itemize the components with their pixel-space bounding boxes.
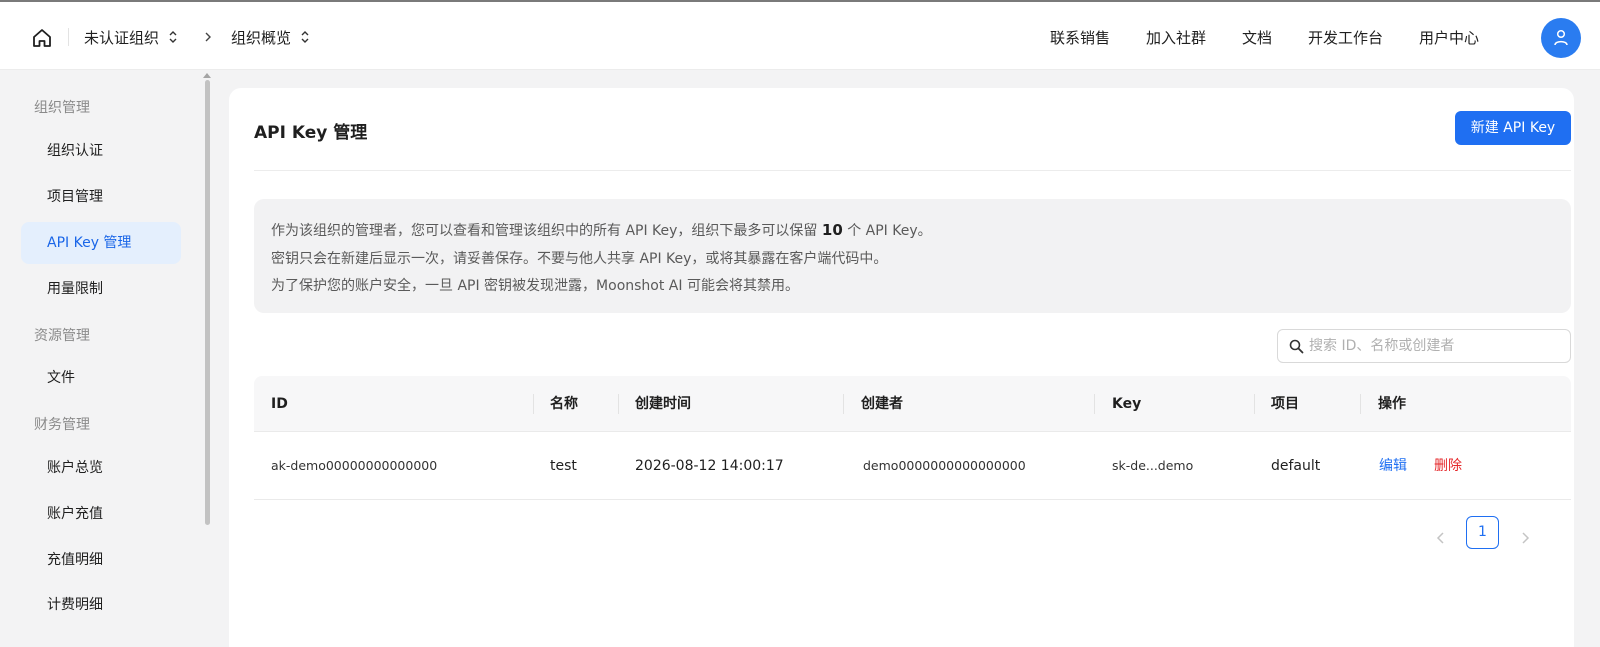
api-key-card: API Key 管理 新建 API Key 作为该组织的管理者，您可以查看和管理… (229, 88, 1574, 647)
col-project: 项目 (1271, 396, 1299, 412)
nav-user-center[interactable]: 用户中心 (1419, 26, 1479, 50)
col-name: 名称 (550, 396, 578, 412)
divider (68, 28, 69, 46)
org-crumb-label: 未认证组织 (84, 29, 160, 47)
avatar[interactable] (1541, 18, 1581, 58)
chevron-updown-icon (300, 27, 310, 51)
cell-name: test (550, 458, 577, 474)
cell-id: ak-demo00000000000000 (271, 458, 438, 473)
page-title: API Key 管理 (254, 123, 368, 143)
sidebar-group-resource: 资源管理 (34, 328, 90, 344)
sidebar: 组织管理 组织认证 项目管理 API Key 管理 用量限制 资源管理 文件 财… (0, 71, 212, 647)
info-notice: 作为该组织的管理者，您可以查看和管理该组织中的所有 API Key，组织下最多可… (254, 199, 1571, 313)
nav-dev-console[interactable]: 开发工作台 (1308, 26, 1383, 50)
col-created-at: 创建时间 (635, 396, 691, 412)
pagination-page[interactable]: 1 (1466, 516, 1499, 549)
sidebar-item-api-keys[interactable]: API Key 管理 (21, 222, 181, 264)
chevron-right-icon[interactable] (1515, 528, 1535, 548)
sidebar-item-projects[interactable]: 项目管理 (21, 176, 181, 218)
chevron-right-icon (203, 28, 215, 46)
page-crumb-label: 组织概览 (231, 29, 292, 47)
search-box[interactable] (1277, 329, 1571, 363)
user-icon (1554, 29, 1568, 46)
col-actions: 操作 (1378, 396, 1406, 412)
sidebar-scrollbar[interactable] (205, 80, 210, 525)
scroll-up-arrow-icon[interactable] (203, 73, 211, 78)
col-creator: 创建者 (861, 396, 903, 412)
search-input[interactable] (1309, 334, 1561, 358)
cell-project: default (1271, 458, 1321, 474)
max-keys-count: 10 (821, 221, 843, 239)
chevron-left-icon[interactable] (1431, 528, 1451, 548)
sidebar-item-org-verify[interactable]: 组织认证 (21, 130, 181, 172)
sidebar-item-billing-details[interactable]: 计费明细 (21, 584, 181, 626)
cell-creator: demo0000000000000000 (863, 458, 1026, 473)
search-icon (1289, 339, 1304, 354)
cell-key: sk-de...demo (1112, 458, 1194, 473)
sidebar-item-account-overview[interactable]: 账户总览 (21, 447, 181, 489)
nav-join-community[interactable]: 加入社群 (1146, 26, 1206, 50)
sidebar-item-recharge[interactable]: 账户充值 (21, 493, 181, 535)
delete-link[interactable]: 删除 (1434, 432, 1462, 500)
sidebar-item-usage-limits[interactable]: 用量限制 (21, 268, 181, 310)
col-key: Key (1112, 396, 1142, 412)
sidebar-group-finance: 财务管理 (34, 417, 90, 433)
api-key-table: ID 名称 创建时间 创建者 Key 项目 操作 ak-demo00000000… (254, 376, 1571, 500)
notice-line-3: 为了保护您的账户安全，一旦 API 密钥被发现泄露，Moonshot AI 可能… (271, 278, 799, 294)
cell-created-at: 2026-08-12 14:00:17 (635, 458, 784, 474)
new-api-key-button[interactable]: 新建 API Key (1455, 111, 1571, 145)
nav-docs[interactable]: 文档 (1242, 26, 1272, 50)
chevron-updown-icon (168, 27, 178, 51)
table-header: ID 名称 创建时间 创建者 Key 项目 操作 (254, 376, 1571, 432)
divider (254, 170, 1571, 171)
notice-line-2: 密钥只会在新建后显示一次，请妥善保存。不要与他人共享 API Key，或将其暴露… (271, 250, 888, 267)
notice-line-1: 作为该组织的管理者，您可以查看和管理该组织中的所有 API Key，组织下最多可… (271, 221, 932, 239)
col-id: ID (271, 396, 288, 412)
home-icon[interactable] (30, 26, 54, 50)
nav-contact-sales[interactable]: 联系销售 (1050, 26, 1110, 50)
page-switcher[interactable]: 组织概览 (231, 26, 310, 50)
sidebar-group-org: 组织管理 (34, 100, 90, 116)
table-row: ak-demo00000000000000 test 2026-08-12 14… (254, 432, 1571, 500)
edit-link[interactable]: 编辑 (1379, 432, 1407, 500)
sidebar-item-recharge-details[interactable]: 充值明细 (21, 539, 181, 581)
sidebar-item-files[interactable]: 文件 (21, 357, 181, 399)
top-bar: 未认证组织 组织概览 联系销售 加入社群 文档 开发工作台 用户中心 (0, 0, 1600, 70)
org-switcher[interactable]: 未认证组织 (84, 26, 178, 50)
